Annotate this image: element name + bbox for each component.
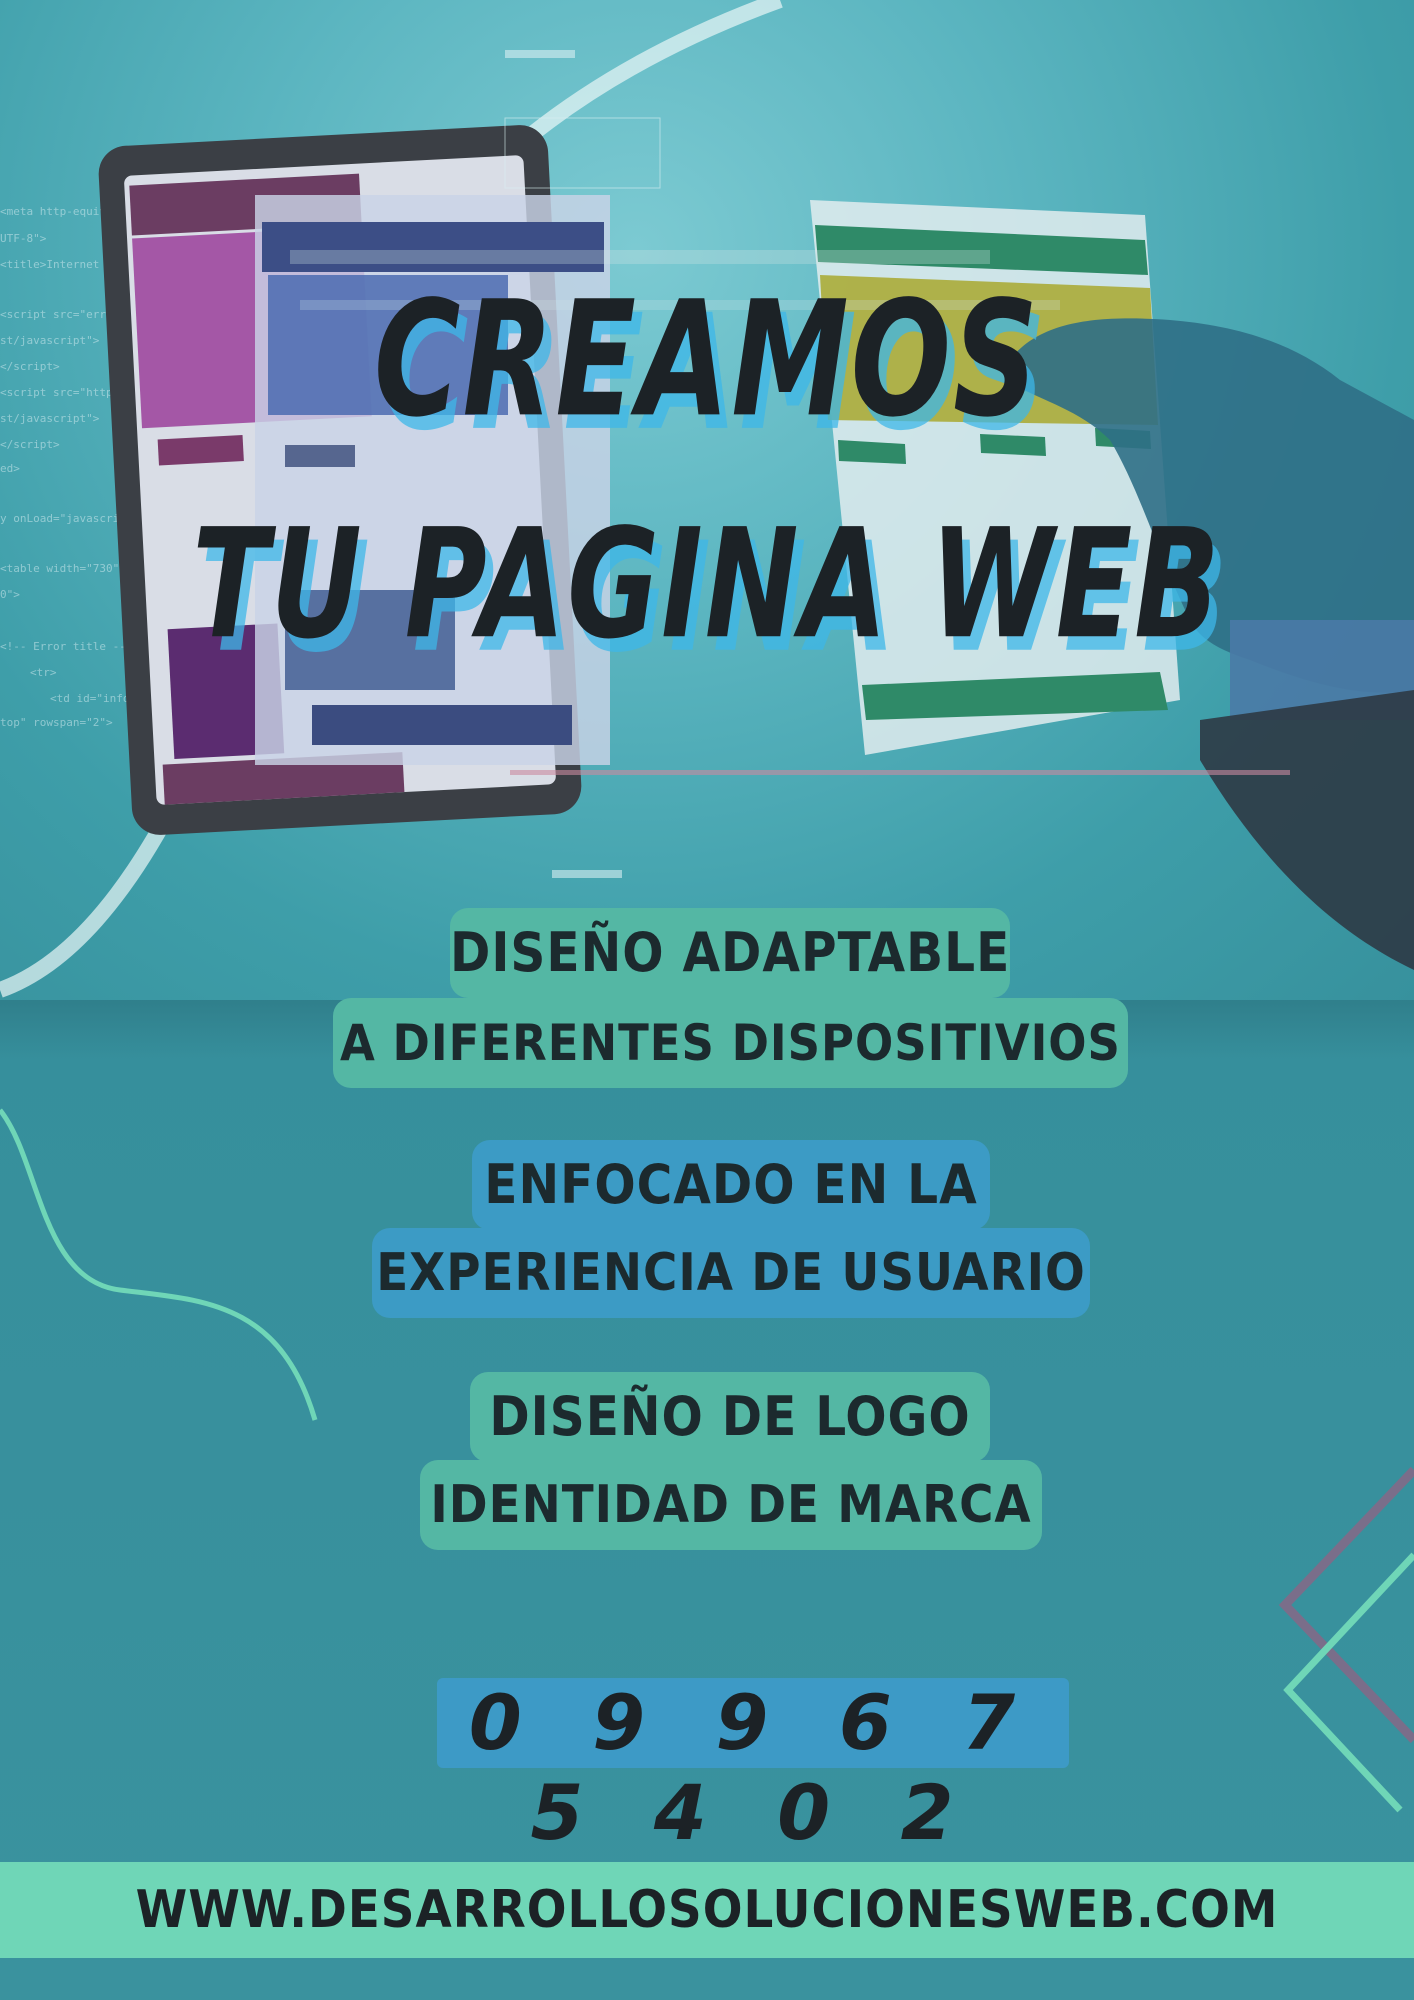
chevron-purple bbox=[1278, 1466, 1414, 1744]
feature-2-line-1: ENFOCADO EN LA bbox=[472, 1140, 990, 1230]
mint-curve bbox=[0, 1108, 318, 1421]
website-url[interactable]: WWW.DESARROLLOSOLUCIONESWEB.COM bbox=[0, 1862, 1414, 1958]
headline-line-1: CREAMOS CREAMOS bbox=[0, 265, 1414, 466]
headline-line-2-text: TU PAGINA WEB bbox=[192, 497, 1222, 673]
feature-2-line-2: EXPERIENCIA DE USUARIO bbox=[372, 1228, 1090, 1318]
poster: <meta http-equiv="Co UTF-8"> <title>Inte… bbox=[0, 0, 1414, 2000]
headline-line-2: TU PAGINA WEB TU PAGINA WEB bbox=[0, 497, 1414, 686]
phone-number: 0 9 9 6 7 5 4 0 2 bbox=[437, 1678, 1069, 1857]
headline-line-1-text: CREAMOS bbox=[373, 265, 1041, 453]
feature-1-line-1: DISEÑO ADAPTABLE bbox=[450, 908, 1010, 998]
sleeve bbox=[1200, 690, 1414, 970]
chevron-mint bbox=[1283, 1552, 1414, 1813]
feature-1-line-2: A DIFERENTES DISPOSITIVIOS bbox=[333, 998, 1128, 1088]
feature-3-line-1: DISEÑO DE LOGO bbox=[470, 1372, 990, 1462]
feature-3-line-2: IDENTIDAD DE MARCA bbox=[420, 1460, 1042, 1550]
